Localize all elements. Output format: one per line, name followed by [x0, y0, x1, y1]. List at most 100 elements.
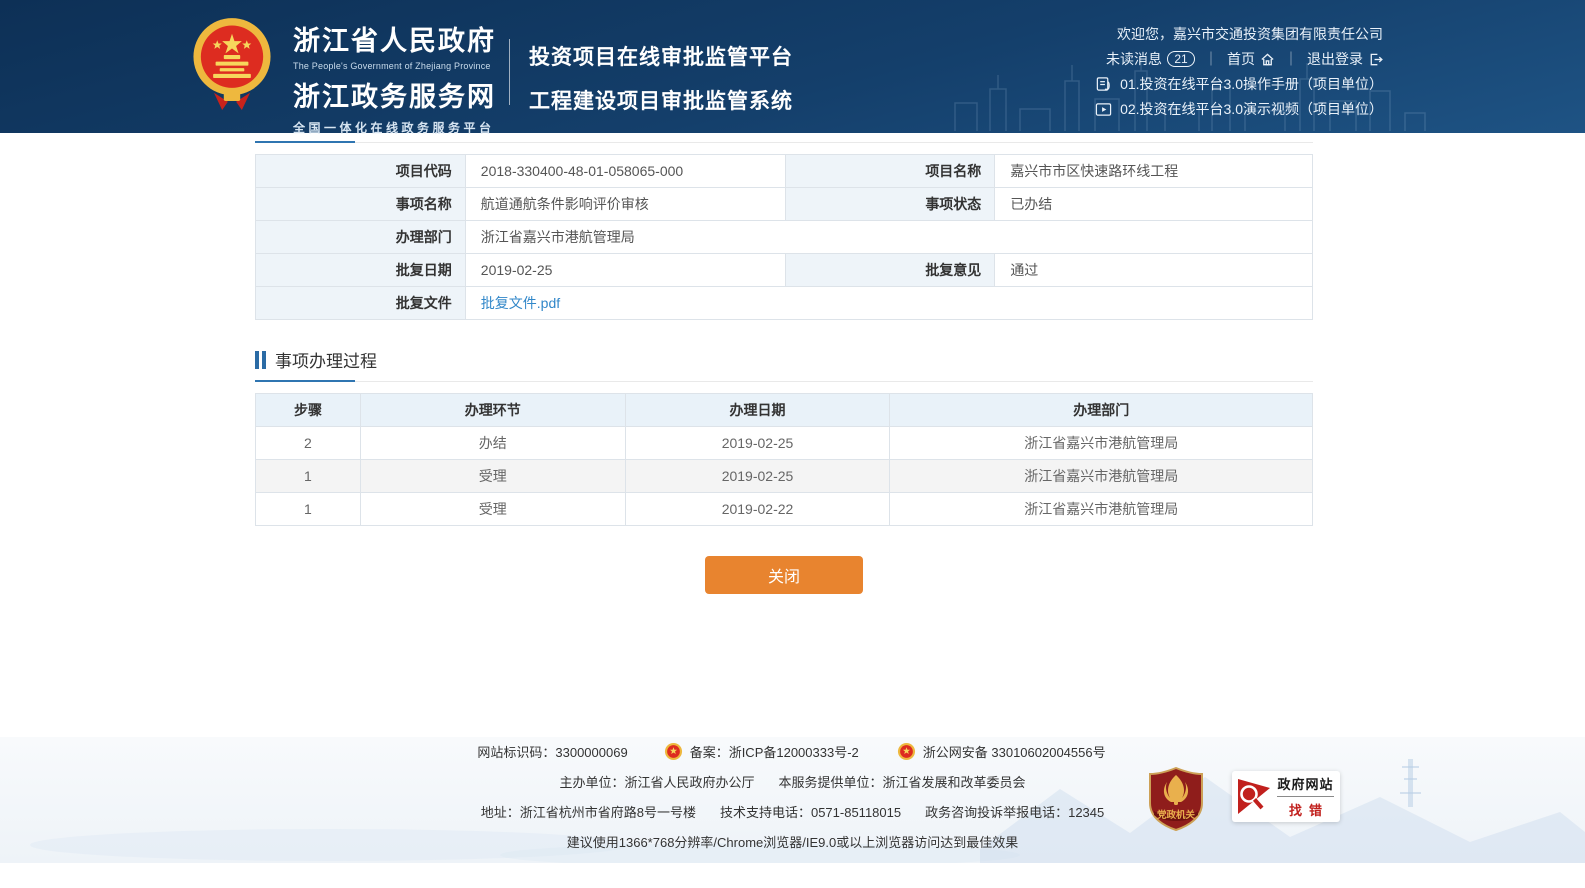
cell-date: 2019-02-25	[625, 427, 890, 460]
field-label-project-code: 项目代码	[256, 155, 466, 188]
manual-icon	[1095, 76, 1112, 93]
cell-stage: 受理	[360, 493, 625, 526]
magnifier-icon	[1236, 776, 1272, 817]
cell-step: 1	[256, 460, 361, 493]
field-value-item-status: 已办结	[995, 188, 1313, 221]
field-value-approval-file: 批复文件.pdf	[465, 287, 1312, 320]
platform-title-line2: 工程建设项目审批监管系统	[529, 85, 793, 115]
cell-dept: 浙江省嘉兴市港航管理局	[890, 460, 1313, 493]
footer-line-browser-tip: 建议使用1366*768分辨率/Chrome浏览器/IE9.0或以上浏览器访问达…	[0, 831, 1585, 851]
column-header-step: 步骤	[256, 394, 361, 427]
user-links-bar: 未读消息 21 ｜ 首页 ｜ 退出登录	[1106, 50, 1383, 68]
gov-subtitle: The People's Government of Zhejiang Prov…	[293, 61, 496, 71]
platform-title-line1: 投资项目在线审批监管平台	[529, 41, 793, 71]
address-text: 地址：浙江省杭州市省府路8号一号楼	[481, 802, 696, 821]
table-header-row: 步骤 办理环节 办理日期 办理部门	[256, 394, 1313, 427]
section-title-process: 事项办理过程	[255, 347, 1313, 372]
home-icon	[1260, 52, 1275, 67]
portal-subtitle: 全国一体化在线政务服务平台	[293, 119, 496, 136]
section-title-underline	[255, 381, 1313, 382]
table-row: 办理部门 浙江省嘉兴市港航管理局	[256, 221, 1313, 254]
gov-title: 浙江省人民政府	[293, 19, 496, 58]
field-label-approval-file: 批复文件	[256, 287, 466, 320]
field-value-approval-opinion: 通过	[995, 254, 1313, 287]
unread-messages-label: 未读消息	[1106, 50, 1162, 68]
tech-phone-text: 技术支持电话：0571-85118015	[720, 802, 901, 821]
unread-count-badge[interactable]: 21	[1167, 51, 1195, 67]
organizer-text: 主办单位：浙江省人民政府办公厅	[559, 772, 754, 791]
home-link[interactable]: 首页	[1227, 50, 1275, 68]
header-user-area: 欢迎您，嘉兴市交通投资集团有限责任公司 未读消息 21 ｜ 首页 ｜ 退出登录	[1095, 25, 1383, 118]
icp-number: 备案：浙ICP备12000333号-2	[690, 742, 859, 761]
unread-messages-link[interactable]: 未读消息 21	[1106, 50, 1195, 68]
footer-line-organizer: 主办单位：浙江省人民政府办公厅 本服务提供单位：浙江省发展和改革委员会	[0, 771, 1585, 791]
logout-link[interactable]: 退出登录	[1307, 50, 1383, 68]
provider-text: 本服务提供单位：浙江省发展和改革委员会	[779, 772, 1026, 791]
table-row: 批复文件 批复文件.pdf	[256, 287, 1313, 320]
complaint-phone-text: 政务咨询投诉举报电话：12345	[925, 802, 1104, 821]
video-link[interactable]: 02.投资在线平台3.0演示视频（项目单位）	[1095, 100, 1383, 118]
home-link-label: 首页	[1227, 50, 1255, 68]
gov-site-label: 政府网站	[1277, 774, 1334, 797]
main-content: 事项信息 项目代码 2018-330400-48-01-058065-000 项…	[255, 94, 1313, 594]
column-header-stage: 办理环节	[360, 394, 625, 427]
party-shield-icon: 党政机关	[1148, 767, 1204, 831]
site-code: 网站标识码：3300000069	[477, 742, 627, 761]
footer-line-contact: 地址：浙江省杭州市省府路8号一号楼 技术支持电话：0571-85118015 政…	[0, 801, 1585, 821]
field-label-handling-dept: 办理部门	[256, 221, 466, 254]
field-label-approval-date: 批复日期	[256, 254, 466, 287]
mini-emblem-icon	[897, 742, 916, 761]
cell-step: 2	[256, 427, 361, 460]
portal-title: 浙江政务服务网	[293, 75, 496, 114]
header-divider	[509, 39, 510, 105]
section-title-text: 事项办理过程	[275, 347, 377, 372]
video-link-label: 02.投资在线平台3.0演示视频（项目单位）	[1120, 100, 1383, 118]
separator-bar: ｜	[1204, 50, 1218, 68]
welcome-text: 欢迎您，嘉兴市交通投资集团有限责任公司	[1117, 25, 1383, 43]
info-table: 项目代码 2018-330400-48-01-058065-000 项目名称 嘉…	[255, 154, 1313, 320]
cell-step: 1	[256, 493, 361, 526]
item-info-section: 事项信息 项目代码 2018-330400-48-01-058065-000 项…	[255, 108, 1313, 320]
close-button[interactable]: 关闭	[705, 556, 863, 594]
cell-stage: 受理	[360, 460, 625, 493]
button-row: 关闭	[255, 556, 1313, 594]
cell-dept: 浙江省嘉兴市港航管理局	[890, 493, 1313, 526]
table-row: 1 受理 2019-02-25 浙江省嘉兴市港航管理局	[256, 460, 1313, 493]
column-header-date: 办理日期	[625, 394, 890, 427]
browser-tip-text: 建议使用1366*768分辨率/Chrome浏览器/IE9.0或以上浏览器访问达…	[567, 832, 1018, 851]
national-emblem-icon	[191, 15, 273, 118]
section-bars-icon	[255, 351, 266, 369]
field-value-item-name: 航道通航条件影响评价审核	[465, 188, 785, 221]
process-section: 事项办理过程 步骤 办理环节 办理日期 办理部门 2 办结 2019-02-25…	[255, 347, 1313, 526]
approval-file-link[interactable]: 批复文件.pdf	[481, 295, 560, 311]
section-title-underline	[255, 142, 1313, 143]
mini-emblem-icon	[664, 742, 683, 761]
manual-link[interactable]: 01.投资在线平台3.0操作手册（项目单位）	[1095, 75, 1383, 93]
find-error-label: 找错	[1277, 797, 1334, 819]
cell-dept: 浙江省嘉兴市港航管理局	[890, 427, 1313, 460]
party-badge-label: 党政机关	[1157, 809, 1196, 821]
column-header-dept: 办理部门	[890, 394, 1313, 427]
logout-icon	[1368, 52, 1383, 67]
cell-date: 2019-02-22	[625, 493, 890, 526]
site-error-report-badge[interactable]: 政府网站 找错	[1232, 771, 1340, 822]
field-label-project-name: 项目名称	[785, 155, 995, 188]
table-row: 1 受理 2019-02-22 浙江省嘉兴市港航管理局	[256, 493, 1313, 526]
footer-line-registration: 网站标识码：3300000069 备案：浙ICP备12000333号-2 浙公网…	[0, 741, 1585, 761]
process-table: 步骤 办理环节 办理日期 办理部门 2 办结 2019-02-25 浙江省嘉兴市…	[255, 393, 1313, 526]
party-gov-badge[interactable]: 党政机关	[1148, 767, 1204, 831]
table-row: 事项名称 航道通航条件影响评价审核 事项状态 已办结	[256, 188, 1313, 221]
field-value-handling-dept: 浙江省嘉兴市港航管理局	[465, 221, 1312, 254]
table-row: 2 办结 2019-02-25 浙江省嘉兴市港航管理局	[256, 427, 1313, 460]
table-row: 批复日期 2019-02-25 批复意见 通过	[256, 254, 1313, 287]
video-icon	[1095, 101, 1112, 118]
field-label-approval-opinion: 批复意见	[785, 254, 995, 287]
logout-link-label: 退出登录	[1307, 50, 1363, 68]
field-label-item-name: 事项名称	[256, 188, 466, 221]
table-row: 项目代码 2018-330400-48-01-058065-000 项目名称 嘉…	[256, 155, 1313, 188]
field-label-item-status: 事项状态	[785, 188, 995, 221]
cell-stage: 办结	[360, 427, 625, 460]
separator-bar: ｜	[1284, 50, 1298, 68]
cell-date: 2019-02-25	[625, 460, 890, 493]
manual-link-label: 01.投资在线平台3.0操作手册（项目单位）	[1120, 75, 1383, 93]
